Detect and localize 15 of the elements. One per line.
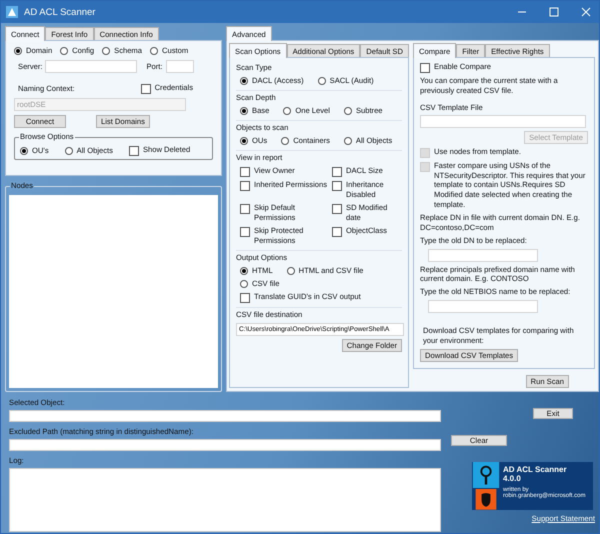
close-icon[interactable]: [581, 7, 591, 17]
app-name: AD ACL Scanner: [503, 465, 568, 474]
app-icon: [6, 6, 18, 18]
server-field[interactable]: [45, 60, 138, 73]
window-title: AD ACL Scanner: [24, 6, 96, 18]
text-field[interactable]: [428, 300, 538, 314]
excluded-path-field[interactable]: [9, 439, 441, 451]
text-field[interactable]: [420, 114, 586, 128]
log-area[interactable]: [9, 468, 441, 532]
text-field[interactable]: [428, 248, 538, 262]
magnifier-icon: [472, 462, 500, 488]
selected-object-field[interactable]: [9, 410, 441, 422]
maximize-icon[interactable]: [549, 7, 559, 17]
port-field[interactable]: [166, 60, 194, 73]
version-text: 4.0.0: [503, 474, 522, 483]
